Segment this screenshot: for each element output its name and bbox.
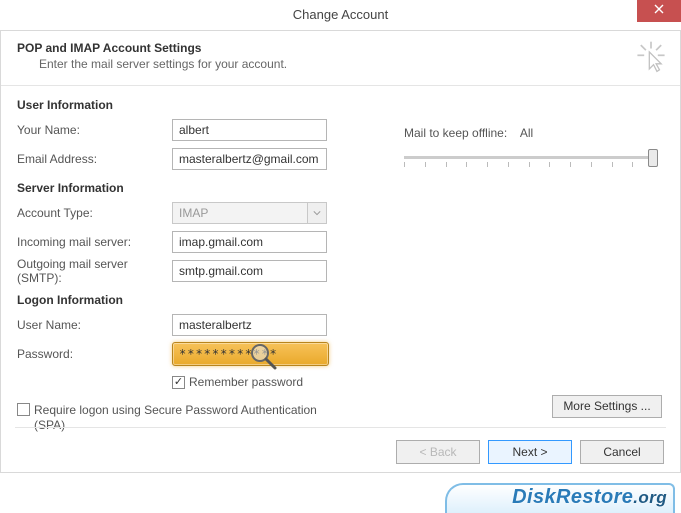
change-account-window: Change Account POP and IMAP Account Sett… bbox=[0, 0, 681, 513]
account-type-combo: IMAP bbox=[172, 202, 327, 224]
watermark-text2: .org bbox=[633, 488, 667, 507]
label-account-type: Account Type: bbox=[17, 206, 172, 220]
left-column: User Information Your Name: Email Addres… bbox=[17, 98, 377, 433]
row-user-name: User Name: bbox=[17, 313, 377, 337]
slider-thumb[interactable] bbox=[648, 149, 658, 167]
header-title: POP and IMAP Account Settings bbox=[17, 41, 664, 55]
password-value: ************ bbox=[179, 347, 278, 361]
slider-ticks bbox=[404, 162, 654, 167]
label-incoming: Incoming mail server: bbox=[17, 235, 172, 249]
label-outgoing: Outgoing mail server (SMTP): bbox=[17, 257, 172, 285]
next-button[interactable]: Next > bbox=[488, 440, 572, 464]
label-your-name: Your Name: bbox=[17, 123, 172, 137]
row-your-name: Your Name: bbox=[17, 118, 377, 142]
password-input[interactable]: ************ bbox=[172, 342, 329, 366]
row-account-type: Account Type: IMAP bbox=[17, 201, 377, 225]
row-spa: Require logon using Secure Password Auth… bbox=[17, 403, 377, 433]
section-server-info: Server Information bbox=[17, 181, 377, 195]
mail-keep-value: All bbox=[520, 126, 533, 140]
label-remember: Remember password bbox=[189, 375, 303, 390]
header-strip: POP and IMAP Account Settings Enter the … bbox=[1, 31, 680, 86]
chevron-down-icon bbox=[313, 209, 321, 217]
spa-checkbox[interactable] bbox=[17, 403, 30, 416]
account-type-value: IMAP bbox=[172, 202, 327, 224]
form-area: User Information Your Name: Email Addres… bbox=[1, 86, 680, 396]
more-settings-button[interactable]: More Settings ... bbox=[552, 395, 662, 418]
cursor-pointer-icon bbox=[634, 39, 668, 75]
section-logon-info: Logon Information bbox=[17, 293, 377, 307]
header-subtitle: Enter the mail server settings for your … bbox=[39, 57, 664, 71]
incoming-input[interactable] bbox=[172, 231, 327, 253]
watermark: DiskRestore.org bbox=[512, 486, 667, 509]
mail-keep-slider[interactable] bbox=[404, 156, 654, 159]
right-column: Mail to keep offline: All bbox=[404, 126, 664, 159]
account-type-dropdown-button[interactable] bbox=[307, 202, 327, 224]
email-input[interactable] bbox=[172, 148, 327, 170]
remember-checkbox[interactable] bbox=[172, 376, 185, 389]
label-password: Password: bbox=[17, 347, 172, 361]
row-remember: Remember password bbox=[172, 371, 377, 393]
window-title: Change Account bbox=[0, 0, 681, 30]
user-name-input[interactable] bbox=[172, 314, 327, 336]
dialog-body: POP and IMAP Account Settings Enter the … bbox=[0, 30, 681, 473]
titlebar: Change Account bbox=[0, 0, 681, 30]
row-email: Email Address: bbox=[17, 147, 377, 171]
label-spa: Require logon using Secure Password Auth… bbox=[34, 403, 334, 433]
label-email: Email Address: bbox=[17, 152, 172, 166]
outgoing-input[interactable] bbox=[172, 260, 327, 282]
back-button[interactable]: < Back bbox=[396, 440, 480, 464]
cancel-button[interactable]: Cancel bbox=[580, 440, 664, 464]
mail-keep-row: Mail to keep offline: All bbox=[404, 126, 664, 140]
close-icon bbox=[654, 4, 664, 14]
section-user-info: User Information bbox=[17, 98, 377, 112]
row-outgoing: Outgoing mail server (SMTP): bbox=[17, 259, 377, 283]
your-name-input[interactable] bbox=[172, 119, 327, 141]
label-user-name: User Name: bbox=[17, 318, 172, 332]
watermark-text1: DiskRestore bbox=[512, 486, 633, 508]
row-incoming: Incoming mail server: bbox=[17, 230, 377, 254]
label-mail-keep: Mail to keep offline: bbox=[404, 126, 507, 140]
close-button[interactable] bbox=[637, 0, 681, 22]
separator-line bbox=[15, 427, 666, 428]
footer-buttons: < Back Next > Cancel bbox=[396, 440, 664, 464]
row-password: Password: ************ bbox=[17, 342, 377, 366]
